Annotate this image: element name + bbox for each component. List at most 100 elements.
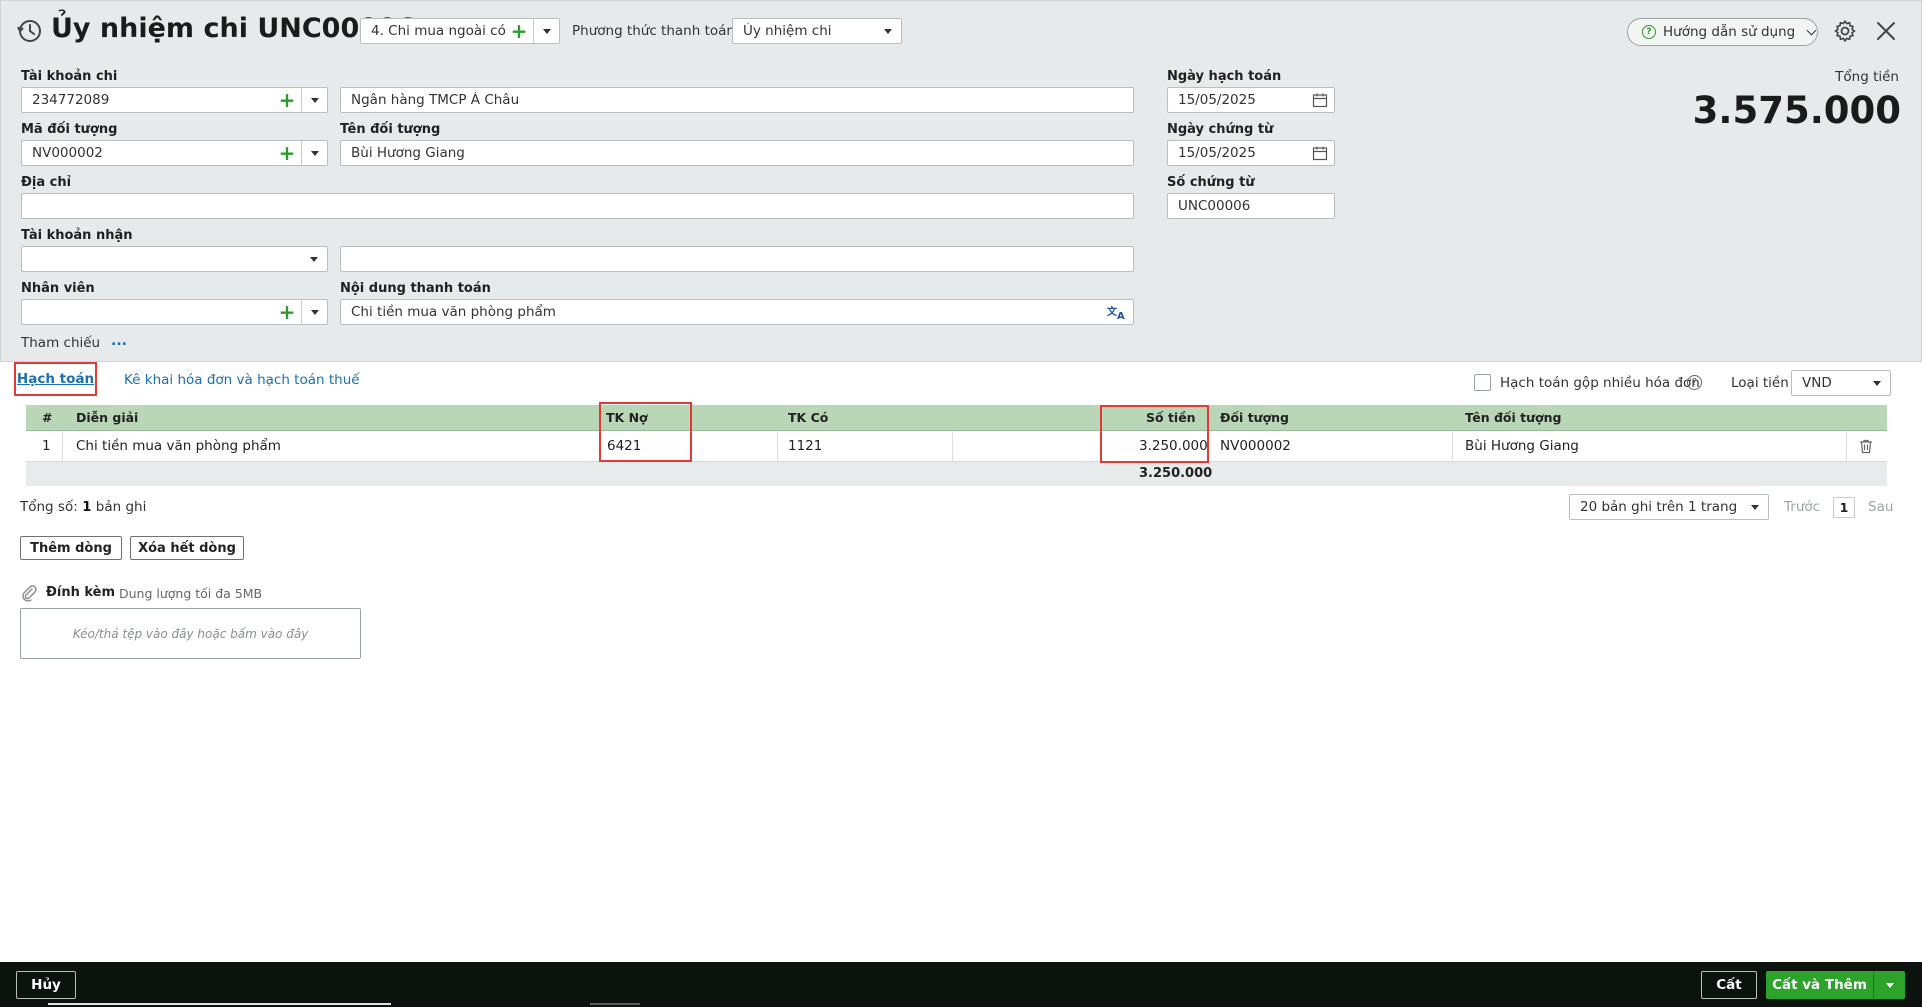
save-and-add-button[interactable]: Cất và Thêm (1766, 971, 1905, 999)
chevron-down-icon[interactable] (301, 141, 327, 165)
record-count-prefix: Tổng số: (20, 499, 78, 515)
file-drop-zone[interactable]: Kéo/thả tệp vào đây hoặc bấm vào đây (20, 608, 361, 659)
currency-value: VND (1802, 375, 1832, 391)
add-icon[interactable]: + (505, 19, 533, 43)
attachment-label: Đính kèm (46, 585, 116, 600)
currency-label: Loại tiền (1731, 375, 1789, 391)
file-drop-text: Kéo/thả tệp vào đây hoặc bấm vào đây (72, 626, 309, 641)
chevron-down-icon[interactable] (1864, 371, 1890, 395)
cancel-button[interactable]: Hủy (16, 971, 76, 999)
add-icon[interactable]: + (273, 300, 301, 324)
trash-icon[interactable] (1858, 438, 1874, 454)
save-and-add-label[interactable]: Cất và Thêm (1766, 971, 1873, 999)
add-icon[interactable]: + (273, 141, 301, 165)
record-count-value: 1 (82, 499, 92, 515)
bank-name-field[interactable]: Ngân hàng TMCP Á Châu (340, 87, 1134, 113)
employee-select[interactable]: + (21, 299, 328, 325)
voucher-number-field[interactable]: UNC00006 (1167, 193, 1335, 219)
column-header-description: Diễn giải (76, 410, 139, 425)
save-button[interactable]: Cất (1701, 971, 1757, 999)
object-code-label: Mã đối tượng (21, 122, 118, 137)
calendar-icon[interactable] (1306, 88, 1334, 112)
cell-object-name[interactable]: Bùi Hương Giang (1465, 431, 1579, 462)
column-header-credit: TK Có (788, 410, 829, 425)
paperclip-icon (22, 585, 37, 602)
voucher-header-panel: Ủy nhiệm chi UNC00006 4. Chi mua ngoài c… (0, 0, 1922, 362)
calendar-icon[interactable] (1306, 141, 1334, 165)
cell-description[interactable]: Chi tiền mua văn phòng phẩm (76, 431, 281, 462)
next-page-button[interactable]: Sau (1868, 499, 1893, 515)
column-header-object-name: Tên đối tượng (1465, 410, 1562, 425)
tab-invoice-tax[interactable]: Kê khai hóa đơn và hạch toán thuế (124, 372, 360, 388)
svg-text:A: A (1117, 311, 1125, 320)
voucher-date-label: Ngày chứng từ (1167, 122, 1274, 137)
chevron-down-icon[interactable] (533, 19, 559, 43)
voucher-date-value: 15/05/2025 (1178, 145, 1256, 161)
payer-account-select[interactable]: 234772089 + (21, 87, 328, 113)
content-value: Chi tiền mua văn phòng phẩm (351, 304, 556, 320)
page-size-select[interactable]: 20 bản ghi trên 1 trang (1569, 494, 1769, 520)
payment-method-select[interactable]: Ủy nhiệm chi (732, 18, 902, 44)
chevron-down-icon[interactable] (301, 300, 327, 324)
total-amount: 3.575.000 (1692, 89, 1901, 132)
column-divider (62, 431, 63, 462)
reference-label: Tham chiếu (21, 335, 101, 351)
add-icon[interactable]: + (273, 88, 301, 112)
posting-date-value: 15/05/2025 (1178, 92, 1256, 108)
cell-credit-account[interactable]: 1121 (788, 431, 822, 462)
currency-select[interactable]: VND (1791, 370, 1891, 396)
chevron-down-icon[interactable] (301, 247, 327, 271)
sum-amount: 3.250.000 (1139, 466, 1213, 481)
receive-bank-field[interactable] (340, 246, 1134, 272)
object-name-field[interactable]: Bùi Hương Giang (340, 140, 1134, 166)
receive-account-select[interactable] (21, 246, 328, 272)
chevron-down-icon (1806, 25, 1817, 35)
gear-icon[interactable] (1833, 19, 1857, 43)
voucher-number-label: Số chứng từ (1167, 175, 1255, 190)
tab-accounting-label: Hạch toán (16, 371, 95, 387)
scroll-thumb[interactable] (590, 1003, 640, 1005)
help-label: Hướng dẫn sử dụng (1663, 24, 1796, 40)
column-divider (1846, 431, 1847, 462)
voucher-number-value: UNC00006 (1178, 198, 1251, 214)
delete-all-rows-button[interactable]: Xóa hết dòng (130, 536, 244, 560)
object-code-select[interactable]: NV000002 + (21, 140, 328, 166)
amount-column-highlight (1100, 405, 1209, 463)
receive-account-label: Tài khoản nhận (21, 228, 133, 243)
prev-page-button[interactable]: Trước (1784, 499, 1820, 515)
object-name-label: Tên đối tượng (340, 122, 441, 137)
posting-date-field[interactable]: 15/05/2025 (1167, 87, 1335, 113)
chevron-down-icon[interactable] (875, 19, 901, 43)
employee-label: Nhân viên (21, 281, 95, 296)
object-code-value: NV000002 (32, 145, 103, 161)
help-button[interactable]: ? Hướng dẫn sử dụng (1627, 18, 1818, 46)
question-icon: ? (1642, 25, 1656, 39)
content-field[interactable]: Chi tiền mua văn phòng phẩm 文 A (340, 299, 1134, 325)
translate-icon[interactable]: 文 A (1107, 304, 1127, 320)
merge-invoices-checkbox[interactable] (1474, 374, 1491, 391)
chevron-down-icon[interactable] (1873, 971, 1905, 999)
voucher-type-select[interactable]: 4. Chi mua ngoài có ... + (360, 18, 560, 44)
reference-more-link[interactable]: ... (111, 333, 127, 349)
chevron-down-icon[interactable] (301, 88, 327, 112)
attachment-hint: Dung lượng tối đa 5MB (119, 586, 263, 601)
payer-account-value: 234772089 (32, 92, 110, 108)
add-row-button[interactable]: Thêm dòng (20, 536, 122, 560)
cell-object[interactable]: NV000002 (1220, 431, 1291, 462)
column-divider (1452, 431, 1453, 462)
address-label: Địa chỉ (21, 175, 72, 190)
tab-accounting[interactable]: Hạch toán (14, 362, 97, 396)
table-row[interactable]: 1 Chi tiền mua văn phòng phẩm 6421 1121 … (26, 431, 1887, 462)
payer-account-label: Tài khoản chi (21, 69, 118, 84)
close-icon[interactable] (1875, 20, 1897, 42)
grid-header: # Diễn giải TK Nợ TK Có Số tiền Đối tượn… (26, 405, 1887, 431)
question-icon[interactable]: ? (1687, 375, 1702, 390)
cell-no: 1 (42, 438, 51, 454)
payment-method-value: Ủy nhiệm chi (743, 23, 832, 39)
chevron-down-icon[interactable] (1742, 495, 1768, 519)
column-header-object: Đối tượng (1220, 410, 1290, 425)
history-icon[interactable] (15, 17, 43, 45)
address-field[interactable] (21, 193, 1134, 219)
page-number[interactable]: 1 (1833, 497, 1855, 518)
voucher-date-field[interactable]: 15/05/2025 (1167, 140, 1335, 166)
